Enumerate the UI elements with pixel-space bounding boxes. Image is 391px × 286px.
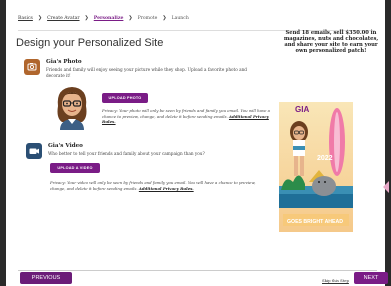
next-button[interactable]: NEXT xyxy=(354,272,388,284)
photo-icon xyxy=(24,59,40,75)
breadcrumb-launch: Launch xyxy=(171,15,189,21)
patch-year: 2022 xyxy=(317,155,333,162)
chevron-right-icon: ❯ xyxy=(128,15,133,21)
video-section-text: Who better to tell your friends and fami… xyxy=(48,151,205,156)
video-icon xyxy=(26,143,42,159)
reward-headline: Send 18 emails, sell $350.00 in magazine… xyxy=(283,30,379,54)
carousel-arrow-icon[interactable] xyxy=(383,181,389,193)
video-section-title: Gia's Video xyxy=(48,143,83,149)
upload-video-button[interactable]: UPLOAD A VIDEO xyxy=(50,163,100,173)
chevron-right-icon: ❯ xyxy=(162,15,167,21)
chevron-right-icon: ❯ xyxy=(84,15,89,21)
chevron-right-icon: ❯ xyxy=(37,15,43,21)
breadcrumb-basics[interactable]: Basics xyxy=(18,16,33,21)
breadcrumb-personalize[interactable]: Personalize xyxy=(94,16,124,21)
page-title: Design your Personalized Site xyxy=(16,37,164,49)
photo-privacy-text: Privacy: Your photo will only be seen by… xyxy=(102,108,272,125)
patch-name: GIA xyxy=(295,105,309,114)
breadcrumb-create-avatar[interactable]: Create Avatar xyxy=(47,16,79,21)
breadcrumb-promote: Promote xyxy=(137,15,158,21)
photo-section-text: Friends and family will enjoy seeing you… xyxy=(46,67,247,78)
previous-button[interactable]: PREVIOUS xyxy=(20,272,72,284)
page-container: Basics ❯ Create Avatar ❯ Personalize ❯ P… xyxy=(6,0,388,286)
photo-section-title: Gia's Photo xyxy=(46,59,82,65)
breadcrumb: Basics ❯ Create Avatar ❯ Personalize ❯ P… xyxy=(18,13,189,23)
skip-step-link[interactable]: Skip this Step xyxy=(322,278,349,283)
personalized-patch-image: GIA 2022 GOES BRIGHT AHEAD xyxy=(279,102,353,232)
video-privacy-link[interactable]: Additional Privacy Rules. xyxy=(139,186,194,191)
video-privacy-text: Privacy: Your video will only be seen by… xyxy=(50,180,272,191)
avatar xyxy=(52,84,92,130)
footer-divider xyxy=(18,270,377,271)
patch-banner: GOES BRIGHT AHEAD xyxy=(287,219,343,225)
upload-photo-button[interactable]: UPLOAD PHOTO xyxy=(102,93,148,103)
